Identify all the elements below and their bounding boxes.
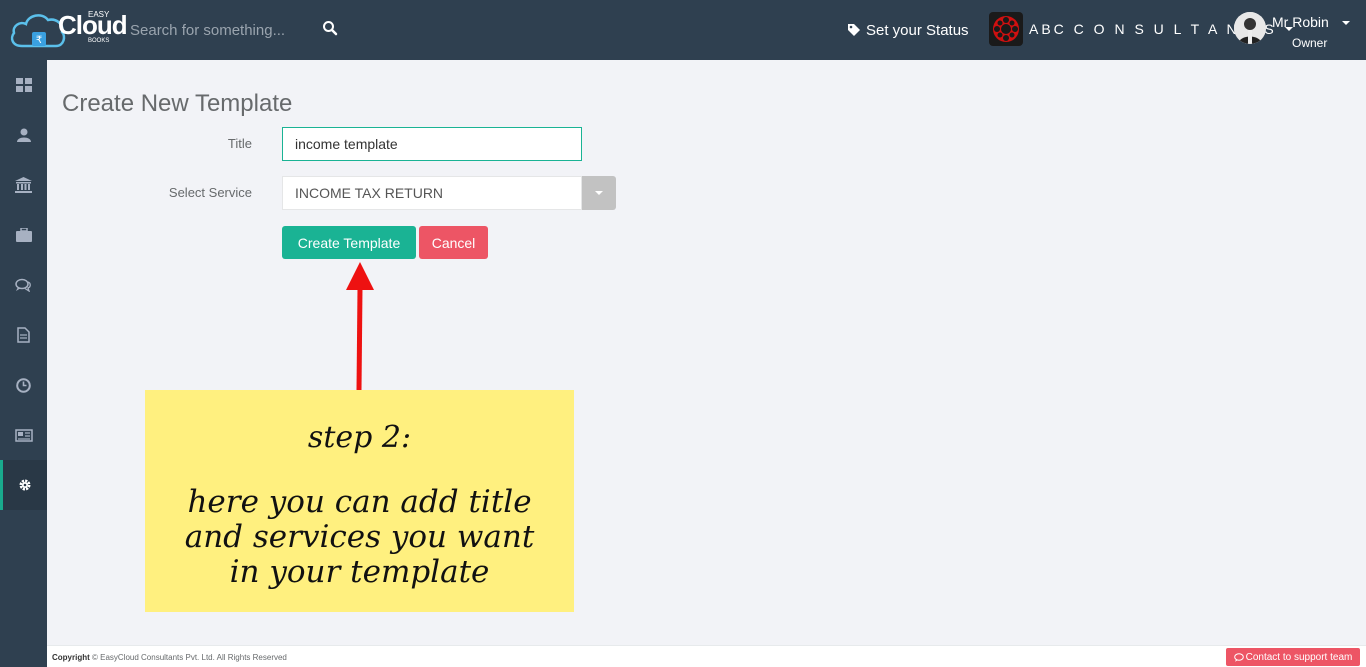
footer: Copyright © EasyCloud Consultants Pvt. L… (47, 645, 1366, 667)
contact-support-button[interactable]: Contact to support team (1226, 648, 1360, 666)
chevron-down-icon (595, 191, 603, 195)
annotation-note: step 2: here you can add title and servi… (145, 390, 574, 612)
sidebar-item-settings[interactable] (0, 460, 47, 510)
dashboard-icon (15, 78, 32, 92)
chevron-down-icon (1342, 21, 1350, 25)
search-icon[interactable] (322, 20, 340, 38)
cancel-button[interactable]: Cancel (419, 226, 488, 259)
copyright-body: © EasyCloud Consultants Pvt. Ltd. All Ri… (89, 653, 287, 662)
avatar (1234, 12, 1266, 44)
newspaper-icon (14, 428, 33, 442)
easycloud-logo[interactable]: ₹ Cloud EASY BOOKS (6, 4, 128, 54)
service-select-toggle[interactable] (582, 176, 616, 210)
bank-icon (15, 177, 32, 193)
annotation-step: step 2: (307, 420, 412, 455)
clock-icon (16, 377, 31, 393)
set-status-link[interactable]: Set your Status (847, 20, 969, 40)
sidebar-item-clock[interactable] (0, 360, 47, 410)
user-icon (16, 128, 31, 142)
select-service-label: Select Service (168, 185, 252, 200)
sidebar-item-user[interactable] (0, 110, 47, 160)
chat-bubble-icon (1233, 652, 1244, 662)
service-select[interactable]: INCOME TAX RETURN (282, 176, 582, 210)
user-name: Mr Robin (1272, 14, 1329, 30)
tag-icon (848, 24, 860, 36)
svg-text:₹: ₹ (36, 35, 42, 46)
top-navbar: ₹ Cloud EASY BOOKS Set your Status ABC C… (0, 0, 1366, 60)
contact-support-label: Contact to support team (1245, 651, 1353, 663)
page-title: Create New Template (62, 90, 293, 117)
sidebar-item-briefcase[interactable] (0, 210, 47, 260)
search-input[interactable] (120, 14, 320, 46)
chat-icon (15, 278, 31, 292)
create-template-button[interactable]: Create Template (282, 226, 416, 259)
sidebar-item-newspaper[interactable] (0, 410, 47, 460)
title-label: Title (227, 136, 252, 151)
document-icon (17, 327, 30, 343)
annotation-text: here you can add title and services you … (184, 484, 535, 590)
sidebar-item-document[interactable] (0, 310, 47, 360)
sidebar-item-dashboard[interactable] (0, 60, 47, 110)
user-role: Owner (1292, 36, 1328, 50)
sidebar (0, 60, 47, 667)
title-input[interactable] (282, 127, 582, 161)
sidebar-item-bank[interactable] (0, 160, 47, 210)
gear-icon (19, 479, 31, 491)
user-menu[interactable]: Mr Robin Owner (1234, 10, 1354, 52)
set-status-label: Set your Status (866, 21, 969, 39)
logo-books-text: BOOKS (88, 38, 110, 44)
annotation-arrow (346, 262, 374, 391)
briefcase-icon (15, 228, 32, 242)
copyright-bold: Copyright (52, 653, 90, 662)
sidebar-item-chat[interactable] (0, 260, 47, 310)
copyright-text: Copyright © EasyCloud Consultants Pvt. L… (52, 653, 287, 662)
company-logo (989, 12, 1023, 46)
logo-easy-text: EASY (88, 10, 110, 19)
service-select-value: INCOME TAX RETURN (295, 185, 444, 201)
